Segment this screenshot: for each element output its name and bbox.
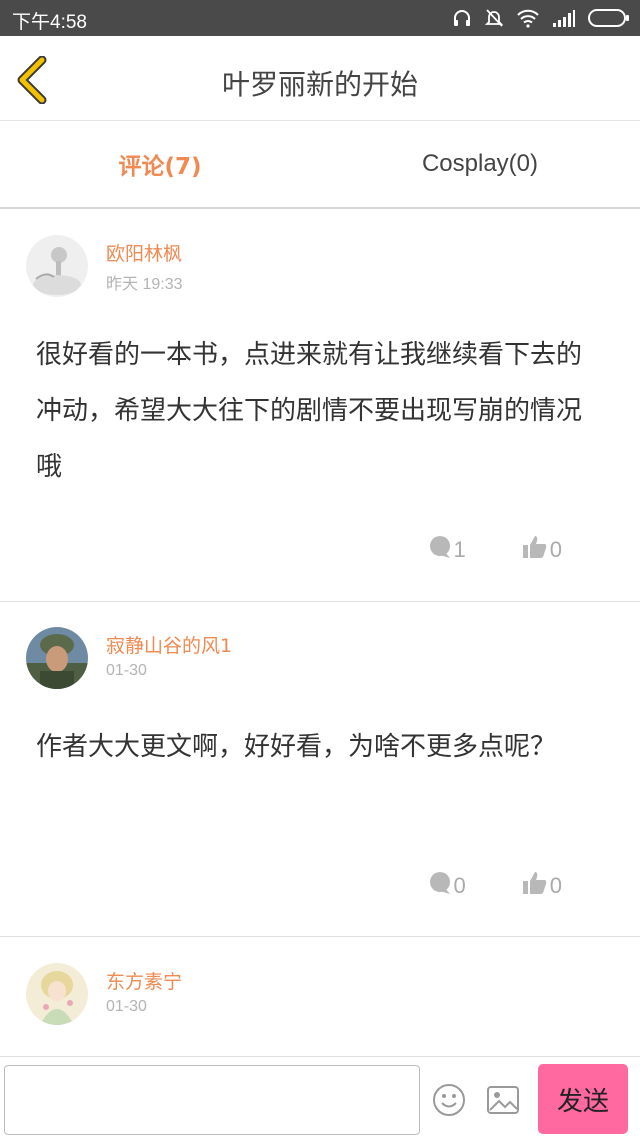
like-count: 0 bbox=[549, 873, 562, 898]
image-icon bbox=[486, 1086, 520, 1120]
page-title: 叶罗丽新的开始 bbox=[221, 68, 418, 101]
emoji-icon bbox=[432, 1084, 466, 1121]
signal-icon bbox=[552, 9, 576, 27]
status-time: 下午4:58 bbox=[12, 12, 87, 33]
comment-item: 欧阳林枫 昨天 19:33 很好看的一本书，点进来就有让我继续看下去的冲动，希望… bbox=[0, 209, 640, 602]
avatar[interactable] bbox=[26, 235, 88, 297]
reply-count: 1 bbox=[453, 537, 466, 562]
emoji-button[interactable] bbox=[432, 1083, 466, 1117]
like-count: 0 bbox=[549, 537, 562, 562]
comment-item: 寂静山谷的风1 01-30 作者大大更文啊，好好看，为啥不更多点呢？ 0 0 bbox=[0, 601, 640, 937]
like-button[interactable]: 0 bbox=[522, 535, 562, 565]
send-button[interactable]: 发送 bbox=[538, 1064, 628, 1134]
status-icons bbox=[452, 6, 630, 30]
reply-count: 0 bbox=[453, 873, 466, 898]
username[interactable]: 寂静山谷的风1 bbox=[106, 631, 232, 658]
avatar[interactable] bbox=[26, 963, 88, 1025]
reply-button[interactable]: 0 bbox=[428, 871, 466, 901]
like-button[interactable]: 0 bbox=[522, 871, 562, 901]
comment-time: 01-30 bbox=[106, 998, 147, 1015]
thumbs-up-icon bbox=[522, 535, 548, 565]
comment-time: 01-30 bbox=[106, 662, 147, 679]
comment-text: 作者大大更文啊，好好看，为啥不更多点呢？ bbox=[36, 732, 557, 762]
avatar[interactable] bbox=[26, 627, 88, 689]
comment-item: 东方素宁 01-30 bbox=[0, 937, 640, 1056]
comment-input-bar: 发送 bbox=[0, 1056, 640, 1139]
username[interactable]: 东方素宁 bbox=[106, 967, 182, 994]
battery-icon bbox=[588, 8, 630, 28]
header: 叶罗丽新的开始 bbox=[0, 36, 640, 121]
reply-button[interactable]: 1 bbox=[428, 535, 466, 565]
comment-input[interactable] bbox=[4, 1065, 420, 1135]
speech-bubble-icon bbox=[428, 871, 452, 901]
thumbs-up-icon bbox=[522, 871, 548, 901]
tab-cosplay[interactable]: Cosplay(0) bbox=[320, 121, 640, 207]
wifi-icon bbox=[516, 8, 540, 28]
speech-bubble-icon bbox=[428, 535, 452, 565]
headphones-icon bbox=[452, 8, 472, 28]
image-button[interactable] bbox=[486, 1084, 520, 1116]
comment-text: 很好看的一本书，点进来就有让我继续看下去的冲动，希望大大往下的剧情不要出现写崩的… bbox=[36, 340, 583, 482]
mute-bell-icon bbox=[484, 8, 504, 28]
tab-comments[interactable]: 评论(7) bbox=[0, 121, 320, 207]
tab-bar: 评论(7) Cosplay(0) bbox=[0, 121, 640, 209]
comment-actions: 1 0 bbox=[428, 535, 562, 565]
status-bar: 下午4:58 bbox=[0, 0, 640, 36]
comment-actions: 0 0 bbox=[428, 871, 562, 901]
comment-time: 昨天 19:33 bbox=[106, 276, 183, 293]
username[interactable]: 欧阳林枫 bbox=[106, 239, 182, 266]
